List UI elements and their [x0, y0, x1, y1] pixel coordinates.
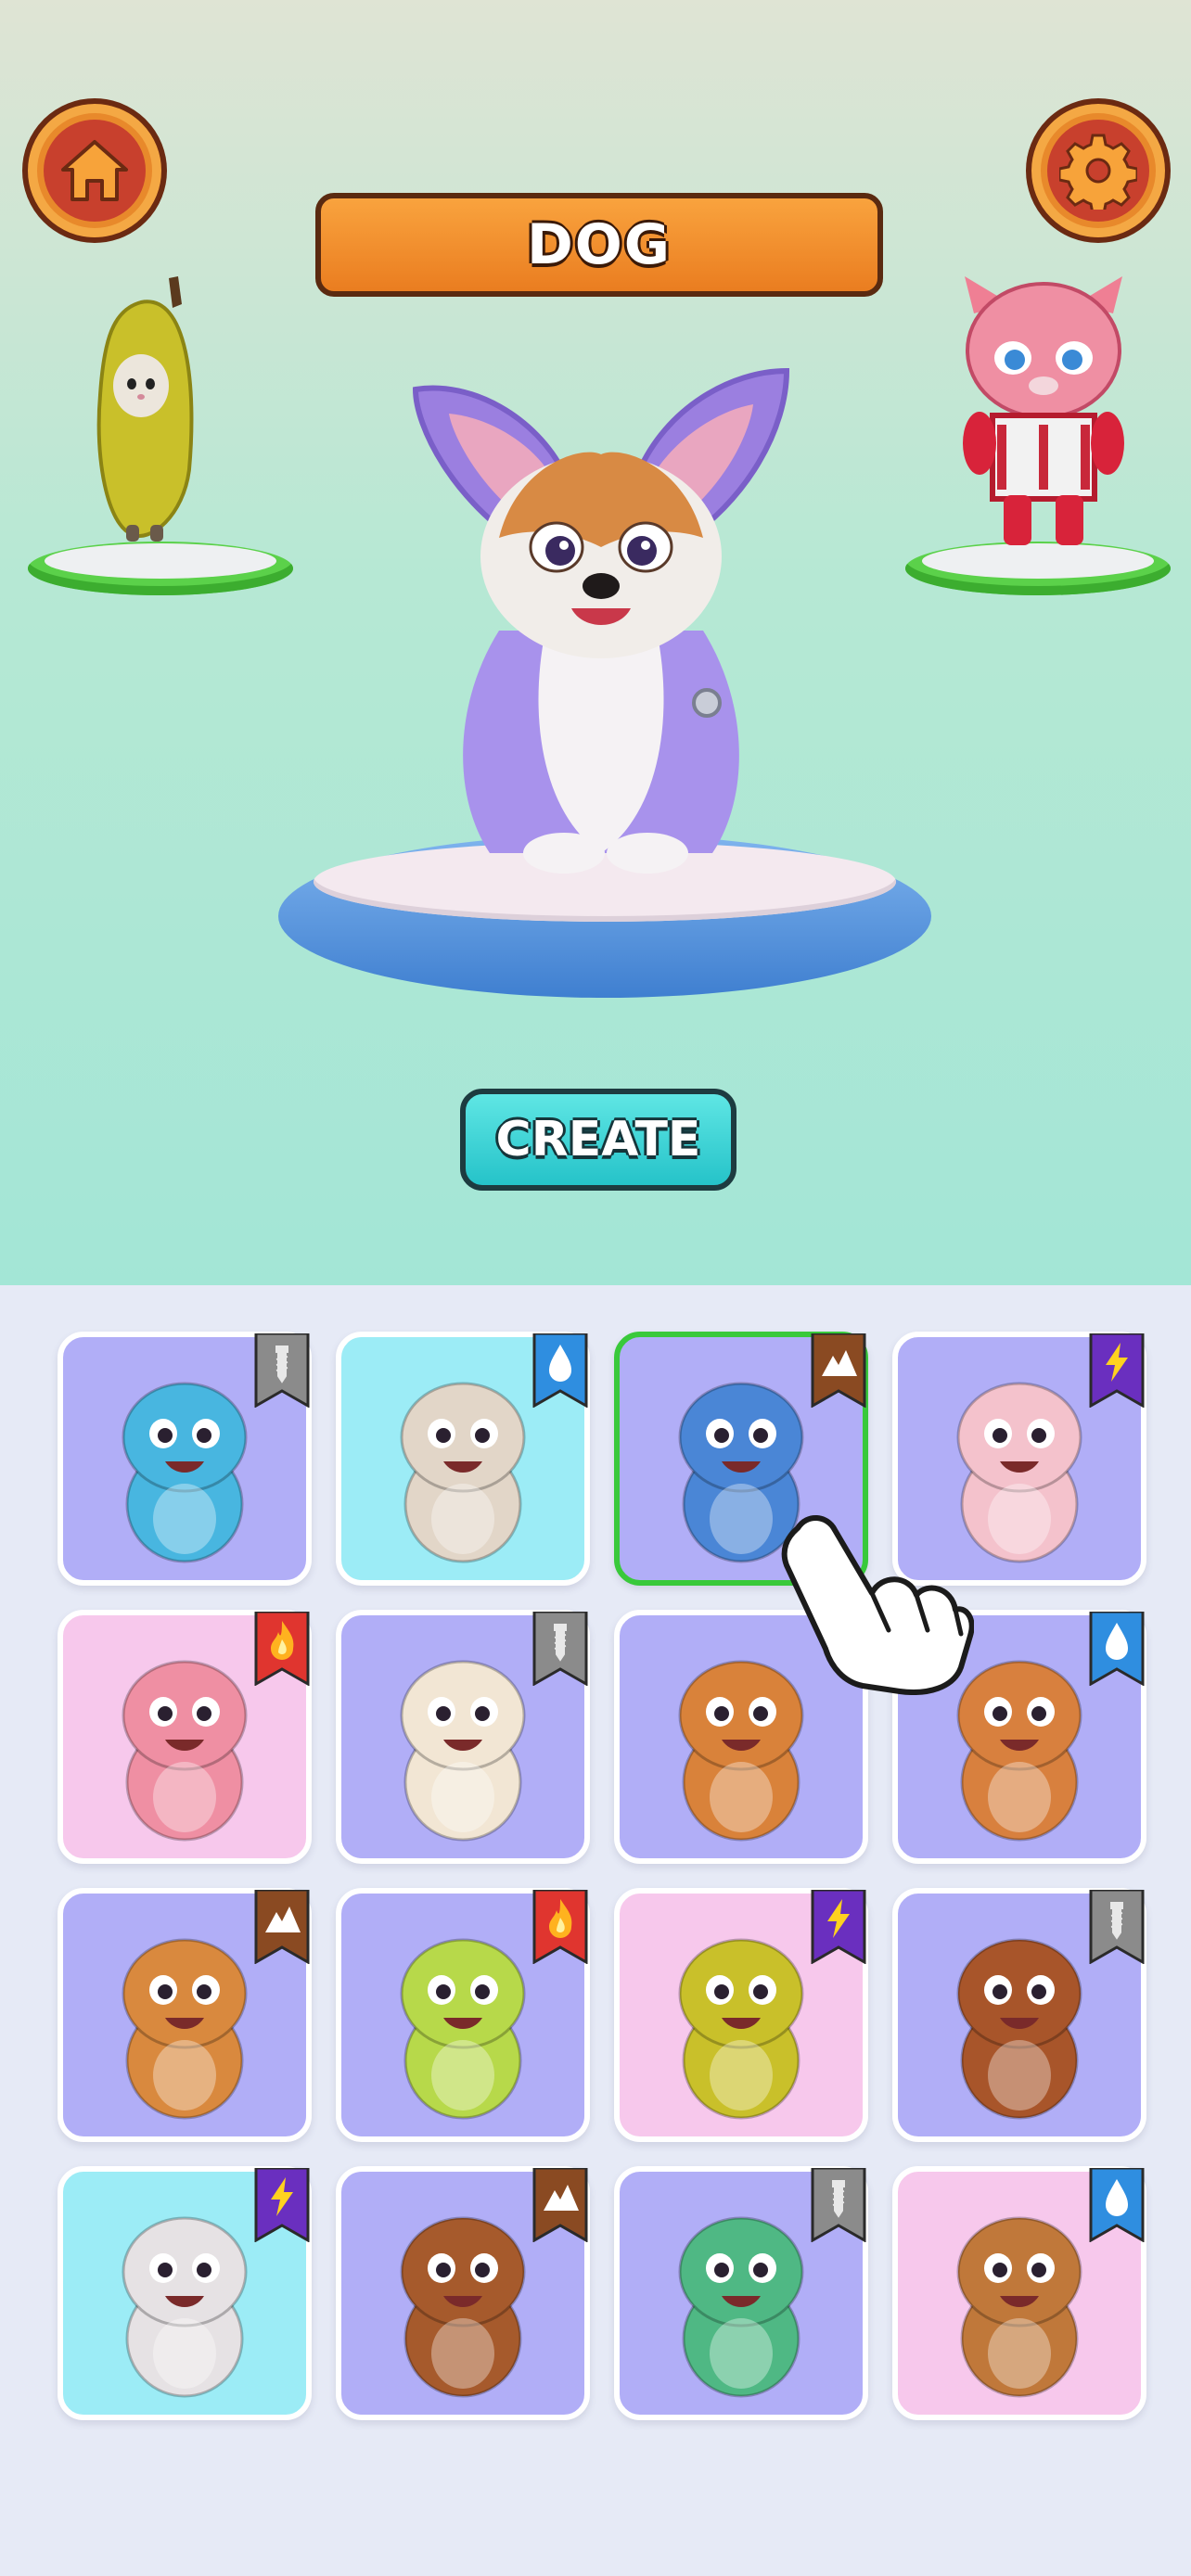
water-element-badge — [1089, 2168, 1145, 2242]
creature-card-brown-squirrel[interactable] — [892, 1888, 1146, 2142]
creature-card-pink-tiger-robot[interactable] — [58, 1610, 312, 1864]
screw-icon — [1110, 1902, 1123, 1940]
main-character[interactable] — [397, 352, 805, 881]
electric-element-badge — [811, 1890, 866, 1964]
settings-button[interactable] — [1026, 98, 1171, 243]
character-name-banner: DOG — [315, 193, 883, 297]
screw-icon — [275, 1345, 288, 1384]
screw-icon — [554, 1624, 567, 1662]
home-button[interactable] — [22, 98, 167, 243]
water-element-badge — [1089, 1612, 1145, 1686]
creature-card-mouse[interactable] — [58, 2166, 312, 2420]
creature-card-green-dinosaur[interactable] — [614, 2166, 868, 2420]
creature-grid — [58, 1332, 1152, 2420]
creature-card-banana-cat[interactable] — [614, 1888, 868, 2142]
creature-card-lion-cub[interactable] — [892, 2166, 1146, 2420]
character-name: DOG — [526, 212, 672, 277]
electric-element-badge — [1089, 1333, 1145, 1408]
tutorial-hand-pointer — [781, 1515, 974, 1695]
metal-element-badge — [811, 2168, 866, 2242]
electric-element-badge — [254, 2168, 310, 2242]
right-character[interactable] — [946, 276, 1141, 551]
creature-card-hamster[interactable] — [336, 1332, 590, 1586]
left-character[interactable] — [85, 274, 206, 553]
metal-element-badge — [1089, 1890, 1145, 1964]
creature-card-monkey[interactable] — [58, 1888, 312, 2142]
create-button[interactable]: CREATE — [460, 1089, 736, 1191]
create-button-label: CREATE — [495, 1112, 701, 1167]
fire-element-badge — [532, 1890, 588, 1964]
metal-element-badge — [254, 1333, 310, 1408]
gear-icon — [1047, 120, 1149, 222]
metal-element-badge — [532, 1612, 588, 1686]
fire-element-badge — [254, 1612, 310, 1686]
creature-card-blue-dinosaur[interactable] — [58, 1332, 312, 1586]
home-icon — [44, 120, 146, 222]
screw-icon — [832, 2180, 845, 2218]
creature-card-fluffy-cat[interactable] — [336, 1610, 590, 1864]
water-element-badge — [532, 1333, 588, 1408]
earth-element-badge — [532, 2168, 588, 2242]
creature-card-brown-dog[interactable] — [336, 2166, 590, 2420]
earth-element-badge — [811, 1333, 866, 1408]
creature-card-frog[interactable] — [336, 1888, 590, 2142]
earth-element-badge — [254, 1890, 310, 1964]
